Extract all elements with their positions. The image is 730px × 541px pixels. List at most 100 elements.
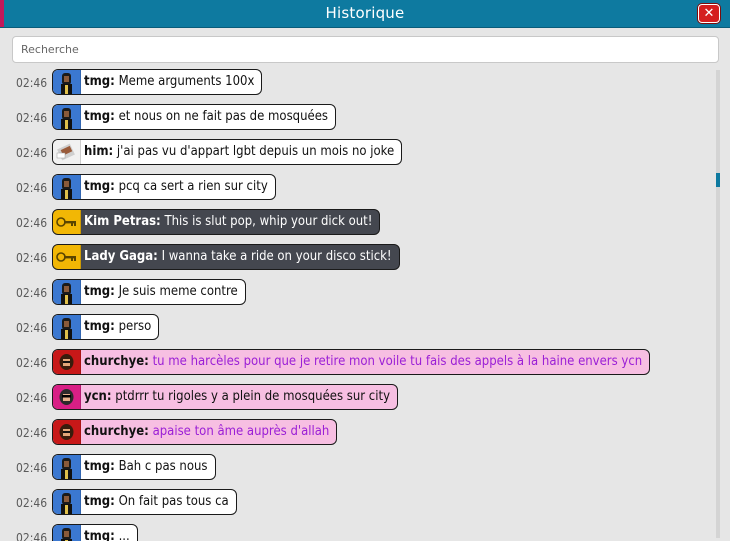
chat-bubble[interactable]: him: j'ai pas vu d'appart lgbt depuis un… [52, 139, 403, 165]
message-body: pcq ca sert a rien sur city [118, 179, 268, 194]
message-time: 02:46 [16, 531, 48, 541]
message-row: 02:46 tmg: ... [0, 521, 712, 541]
message-body: ... [118, 529, 130, 541]
message-text: ycn: ptdrrr tu rigoles y a plein de mosq… [81, 385, 397, 409]
message-time: 02:46 [16, 216, 48, 230]
chat-bubble[interactable]: tmg: pcq ca sert a rien sur city [52, 174, 276, 200]
message-row: 02:46 him: j'ai pas vu d'appart lgbt depu… [0, 136, 712, 171]
tmg-avatar-icon[interactable] [53, 490, 81, 514]
sender-name[interactable]: tmg: [84, 284, 115, 299]
chat-bubble[interactable]: tmg: ... [52, 524, 138, 541]
message-body: apaise ton âme auprès d'allah [152, 424, 330, 439]
message-row: 02:46 Lady Gaga: I wanna take a ride on y… [0, 241, 712, 276]
message-text: him: j'ai pas vu d'appart lgbt depuis un… [81, 140, 401, 164]
sender-name[interactable]: tmg: [84, 459, 115, 474]
message-text: tmg: On fait pas tous ca [81, 490, 236, 514]
tmg-avatar-icon[interactable] [53, 455, 81, 479]
chat-bubble[interactable]: ycn: ptdrrr tu rigoles y a plein de mosq… [52, 384, 398, 410]
him-avatar-icon[interactable] [53, 140, 81, 164]
bot-key-icon[interactable] [53, 210, 81, 234]
message-row: 02:46 tmg: perso [0, 311, 712, 346]
chat-bubble[interactable]: tmg: Bah c pas nous [52, 454, 216, 480]
message-row: 02:46 churchye: apaise ton âme auprès d'a… [0, 416, 712, 451]
message-time: 02:46 [16, 146, 48, 160]
message-body: Je suis meme contre [118, 284, 238, 299]
message-time: 02:46 [16, 76, 48, 90]
scrollbar-thumb[interactable] [716, 173, 720, 187]
churchye-avatar-icon[interactable] [53, 350, 81, 374]
message-body: This is slut pop, whip your dick out! [164, 214, 373, 229]
message-body: On fait pas tous ca [118, 494, 229, 509]
message-text: churchye: tu me harcèles pour que je ret… [81, 350, 649, 374]
message-row: 02:46 ycn: ptdrrr tu rigoles y a plein de… [0, 381, 712, 416]
sender-name[interactable]: tmg: [84, 179, 115, 194]
search-box[interactable] [12, 36, 719, 63]
chat-bubble[interactable]: Kim Petras: This is slut pop, whip your … [52, 209, 381, 235]
message-time: 02:46 [16, 286, 48, 300]
tmg-avatar-icon[interactable] [53, 105, 81, 129]
sender-name[interactable]: tmg: [84, 319, 115, 334]
ycn-avatar-icon[interactable] [53, 385, 81, 409]
close-icon: ✕ [703, 6, 715, 21]
sender-name[interactable]: Kim Petras: [84, 214, 161, 229]
chat-bubble[interactable]: tmg: et nous on ne fait pas de mosquées [52, 104, 336, 130]
tmg-avatar-icon[interactable] [53, 70, 81, 94]
message-text: tmg: Je suis meme contre [81, 280, 245, 304]
message-text: Kim Petras: This is slut pop, whip your … [81, 210, 379, 234]
bot-key-icon[interactable] [53, 245, 81, 269]
message-text: churchye: apaise ton âme auprès d'allah [81, 420, 336, 444]
tmg-avatar-icon[interactable] [53, 315, 81, 339]
chat-bubble[interactable]: Lady Gaga: I wanna take a ride on your d… [52, 244, 400, 270]
message-body: ptdrrr tu rigoles y a plein de mosquées … [115, 389, 390, 404]
chat-bubble[interactable]: tmg: perso [52, 314, 160, 340]
message-text: tmg: Bah c pas nous [81, 455, 215, 479]
chat-bubble[interactable]: tmg: Meme arguments 100x [52, 69, 263, 95]
sender-name[interactable]: ycn: [84, 389, 112, 404]
close-button[interactable]: ✕ [698, 4, 720, 23]
message-row: 02:46 tmg: et nous on ne fait pas de mosq… [0, 101, 712, 136]
message-text: tmg: ... [81, 525, 137, 541]
sender-name[interactable]: tmg: [84, 494, 115, 509]
title-bar[interactable]: Historique ✕ [0, 0, 730, 28]
message-text: tmg: et nous on ne fait pas de mosquées [81, 105, 335, 129]
message-row: 02:46 tmg: pcq ca sert a rien sur city [0, 171, 712, 206]
message-text: tmg: pcq ca sert a rien sur city [81, 175, 275, 199]
message-text: tmg: perso [81, 315, 158, 339]
churchye-avatar-icon[interactable] [53, 420, 81, 444]
message-time: 02:46 [16, 356, 48, 370]
message-list[interactable]: 02:46 tmg: Meme arguments 100x 02:46 tmg: e… [0, 66, 712, 541]
sender-name[interactable]: Lady Gaga: [84, 249, 158, 264]
sender-name[interactable]: him: [84, 144, 113, 159]
message-body: perso [118, 319, 152, 334]
chat-bubble[interactable]: tmg: Je suis meme contre [52, 279, 246, 305]
message-time: 02:46 [16, 111, 48, 125]
history-window: Historique ✕ 02:46 tmg: Meme arguments 10… [0, 0, 730, 541]
message-text: Lady Gaga: I wanna take a ride on your d… [81, 245, 399, 269]
message-row: 02:46 tmg: Meme arguments 100x [0, 66, 712, 101]
message-row: 02:46 tmg: Je suis meme contre [0, 276, 712, 311]
message-body: Meme arguments 100x [118, 74, 255, 89]
scrollbar-track[interactable] [716, 70, 720, 538]
sender-name[interactable]: tmg: [84, 529, 115, 541]
message-body: Bah c pas nous [118, 459, 208, 474]
sender-name[interactable]: churchye: [84, 354, 149, 369]
sender-name[interactable]: tmg: [84, 109, 115, 124]
message-time: 02:46 [16, 496, 48, 510]
sender-name[interactable]: tmg: [84, 74, 115, 89]
message-time: 02:46 [16, 391, 48, 405]
message-body: et nous on ne fait pas de mosquées [118, 109, 328, 124]
chat-bubble[interactable]: tmg: On fait pas tous ca [52, 489, 237, 515]
chat-bubble[interactable]: churchye: apaise ton âme auprès d'allah [52, 419, 338, 445]
message-time: 02:46 [16, 321, 48, 335]
message-body: tu me harcèles pour que je retire mon vo… [152, 354, 643, 369]
tmg-avatar-icon[interactable] [53, 525, 81, 541]
message-text: tmg: Meme arguments 100x [81, 70, 261, 94]
tmg-avatar-icon[interactable] [53, 175, 81, 199]
message-row: 02:46 tmg: Bah c pas nous [0, 451, 712, 486]
tmg-avatar-icon[interactable] [53, 280, 81, 304]
message-row: 02:46 tmg: On fait pas tous ca [0, 486, 712, 521]
chat-bubble[interactable]: churchye: tu me harcèles pour que je ret… [52, 349, 651, 375]
search-input[interactable] [13, 37, 718, 62]
message-time: 02:46 [16, 426, 48, 440]
sender-name[interactable]: churchye: [84, 424, 149, 439]
